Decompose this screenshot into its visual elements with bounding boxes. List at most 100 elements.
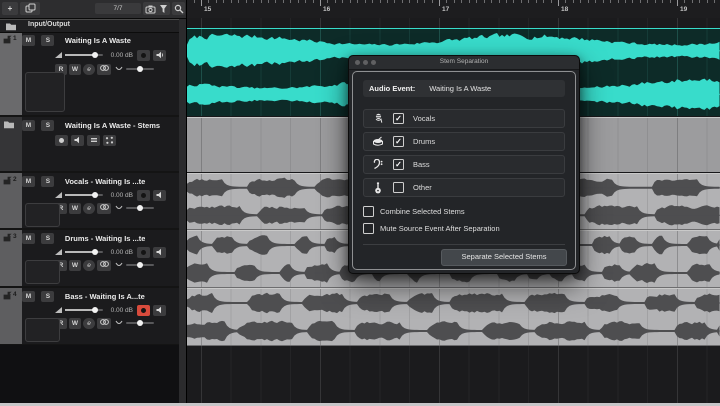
write-automation-button[interactable]: W [69, 64, 81, 75]
speaker-icon [74, 136, 82, 144]
stem-label: Drums [413, 137, 435, 146]
track-gutter[interactable] [0, 117, 22, 171]
timeline-ruler[interactable]: 1516171819 [187, 0, 720, 19]
search-icon[interactable] [172, 2, 185, 15]
edit-channel-button[interactable]: e [83, 203, 95, 214]
io-folder-row[interactable]: Input/Output [0, 19, 179, 33]
volume-slider[interactable] [65, 309, 103, 311]
pan-icon [115, 204, 123, 212]
track-gutter[interactable]: 4 [0, 288, 22, 344]
volume-slider[interactable] [65, 194, 103, 196]
bass-checkbox[interactable]: ✓ [393, 159, 404, 170]
panel-splitter[interactable] [179, 19, 186, 403]
track-visibility-group[interactable] [143, 2, 170, 15]
mute-source-checkbox[interactable] [363, 223, 374, 234]
duplicate-icon[interactable] [20, 2, 40, 15]
stem-label: Bass [413, 160, 430, 169]
volume-slider[interactable] [65, 54, 103, 56]
write-automation-button[interactable]: W [69, 203, 81, 214]
stem-row-other[interactable]: Other [363, 178, 565, 197]
track-picture-box[interactable] [25, 203, 60, 227]
monitor-button[interactable] [153, 305, 166, 316]
pan-icon [115, 261, 123, 269]
audio-event-label: Audio Event: [369, 84, 415, 93]
track-gutter[interactable]: 2 [0, 173, 22, 228]
stem-row-drums[interactable]: ✓ Drums [363, 132, 565, 151]
record-enable-button[interactable] [55, 135, 68, 146]
track-header-waiting-is-a-waste[interactable]: 1 M S Waiting Is A Waste 0.00 dB R W e [0, 32, 179, 115]
track-counter: 7/7 [95, 3, 141, 14]
pan-slider[interactable] [126, 322, 154, 324]
pan-slider[interactable] [126, 207, 154, 209]
combine-stems-option[interactable]: Combine Selected Stems [363, 205, 465, 217]
mute-button[interactable]: M [22, 176, 35, 187]
channel-link-icon[interactable] [97, 318, 111, 329]
add-track-button[interactable]: + [2, 2, 18, 15]
stems-icon[interactable] [103, 135, 116, 146]
channel-link-icon[interactable] [97, 260, 111, 271]
track-number: 4 [13, 291, 17, 298]
volume-value: 0.00 dB [107, 192, 133, 199]
audio-event-value: Waiting Is A Waste [429, 84, 491, 93]
solo-button[interactable]: S [41, 35, 54, 46]
track-header-stems-folder[interactable]: M S Waiting Is A Waste - Stems [0, 117, 179, 171]
volume-value: 0.00 dB [107, 249, 133, 256]
dialog-title: Stem Separation [349, 58, 579, 65]
track-gutter[interactable]: 1 [0, 32, 22, 115]
separate-stems-button[interactable]: Separate Selected Stems [441, 249, 567, 266]
track-header-drums[interactable]: 3 M S Drums - Waiting Is ...te 0.00 dB R… [0, 230, 179, 286]
monitor-button[interactable] [71, 135, 84, 146]
pan-slider[interactable] [126, 68, 154, 70]
track-gutter[interactable]: 3 [0, 230, 22, 286]
mute-button[interactable]: M [22, 233, 35, 244]
volume-icon [55, 52, 62, 58]
track-picture-box[interactable] [25, 318, 60, 342]
audio-track-type-icon [3, 291, 12, 300]
track-picture-box[interactable] [25, 72, 65, 112]
volume-slider[interactable] [65, 251, 103, 253]
solo-button[interactable]: S [41, 291, 54, 302]
mute-button[interactable]: M [22, 120, 35, 131]
track-header-vocals[interactable]: 2 M S Vocals - Waiting Is ...te 0.00 dB … [0, 173, 179, 228]
track-picture-box[interactable] [25, 260, 60, 284]
pan-slider[interactable] [126, 264, 154, 266]
camera-icon [145, 4, 156, 14]
mute-button[interactable]: M [22, 291, 35, 302]
mute-source-option[interactable]: Mute Source Event After Separation [363, 222, 500, 234]
audio-event-bass[interactable] [187, 288, 720, 346]
monitor-button[interactable] [153, 190, 166, 201]
record-enable-button[interactable] [137, 305, 150, 316]
dialog-titlebar[interactable]: Stem Separation [349, 56, 579, 70]
bass-clef-icon [373, 159, 383, 170]
edit-channel-button[interactable]: e [83, 260, 95, 271]
record-enable-button[interactable] [137, 190, 150, 201]
track-number: 1 [13, 35, 17, 42]
arrange-empty-area [187, 346, 720, 403]
combine-stems-checkbox[interactable] [363, 206, 374, 217]
solo-button[interactable]: S [41, 120, 54, 131]
edit-channel-button[interactable]: e [83, 318, 95, 329]
vocals-checkbox[interactable]: ✓ [393, 113, 404, 124]
ruler-bar-label: 15 [204, 6, 211, 13]
write-automation-button[interactable]: W [69, 318, 81, 329]
monitor-button[interactable] [153, 50, 166, 61]
solo-button[interactable]: S [41, 233, 54, 244]
channel-link-icon[interactable] [97, 64, 111, 75]
track-header-bass[interactable]: 4 M S Bass - Waiting Is A...te 0.00 dB R… [0, 288, 179, 344]
record-enable-button[interactable] [137, 247, 150, 258]
group-edit-icon[interactable] [87, 135, 100, 146]
monitor-button[interactable] [153, 247, 166, 258]
mute-button[interactable]: M [22, 35, 35, 46]
track-title: Bass - Waiting Is A...te [65, 291, 145, 302]
stem-row-vocals[interactable]: ✓ Vocals [363, 109, 565, 128]
other-checkbox[interactable] [393, 182, 404, 193]
solo-button[interactable]: S [41, 176, 54, 187]
channel-link-icon[interactable] [97, 203, 111, 214]
io-row-label: Input/Output [28, 21, 70, 28]
track-list-empty-area [0, 345, 179, 403]
stem-row-bass[interactable]: ✓ Bass [363, 155, 565, 174]
drums-checkbox[interactable]: ✓ [393, 136, 404, 147]
record-enable-button[interactable] [137, 50, 150, 61]
write-automation-button[interactable]: W [69, 260, 81, 271]
edit-channel-button[interactable]: e [83, 64, 95, 75]
